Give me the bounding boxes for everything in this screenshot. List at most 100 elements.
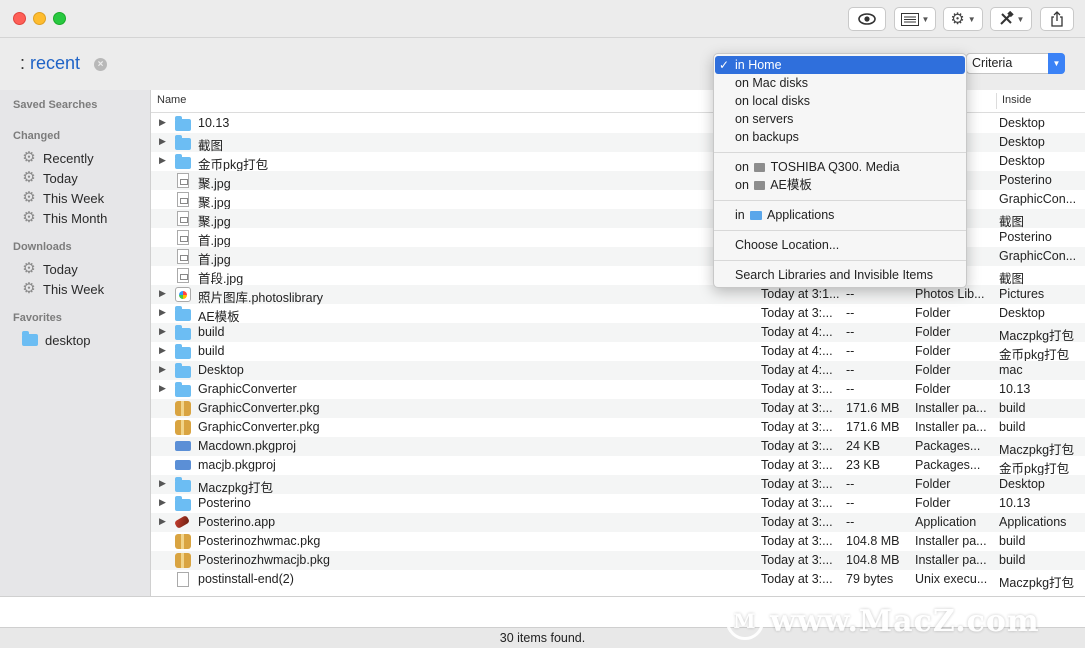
menu-item-on-backups[interactable]: on backups xyxy=(715,128,965,146)
share-icon xyxy=(1051,11,1063,27)
cell-inside: build xyxy=(999,534,1026,548)
sidebar-item-downloads-today[interactable]: ⚙ Today xyxy=(22,259,78,279)
criteria-popup[interactable]: Criteria ▼ xyxy=(966,53,1065,74)
disclosure-triangle-icon[interactable]: ▶ xyxy=(159,155,166,166)
table-row[interactable]: GraphicConverter.pkg Today at 3:... 171.6 … xyxy=(151,418,1085,437)
disclosure-triangle-icon[interactable]: ▶ xyxy=(159,307,166,318)
cell-kind: Unix execu... xyxy=(915,572,988,586)
table-row[interactable]: ▶ Maczpkg打包 Today at 3:... -- Folder Desktop xyxy=(151,475,1085,495)
table-row[interactable]: Posterinozhwmacjb.pkg Today at 3:... 104.8… xyxy=(151,551,1085,570)
sidebar-item-label: desktop xyxy=(45,332,91,348)
cell-kind: Installer pa... xyxy=(915,420,987,434)
sidebar-item-this-week[interactable]: ⚙ This Week xyxy=(22,188,104,208)
cell-size: 104.8 MB xyxy=(846,553,900,567)
disclosure-triangle-icon[interactable]: ▶ xyxy=(159,117,166,128)
disclosure-triangle-icon[interactable]: ▶ xyxy=(159,136,166,147)
cell-inside: Desktop xyxy=(999,154,1045,168)
menu-item-on-local-disks[interactable]: on local disks xyxy=(715,92,965,110)
column-header-inside[interactable]: Inside xyxy=(1002,94,1031,106)
minimize-window-button[interactable] xyxy=(33,12,46,25)
menu-item-search-libraries[interactable]: Search Libraries and Invisible Items xyxy=(715,266,965,284)
cell-date: Today at 3:1... xyxy=(761,287,840,301)
menu-item-in-home[interactable]: ✓ in Home xyxy=(715,56,965,74)
menu-item-label: Choose Location... xyxy=(735,238,840,252)
cell-size: -- xyxy=(846,515,855,529)
zoom-window-button[interactable] xyxy=(53,12,66,25)
pkg-icon xyxy=(175,401,191,416)
sidebar-item-recently[interactable]: ⚙ Recently xyxy=(22,148,93,168)
share-button[interactable] xyxy=(1040,7,1074,31)
table-row[interactable]: Macdown.pkgproj Today at 3:... 24 KB Packag… xyxy=(151,437,1085,457)
disclosure-triangle-icon[interactable]: ▶ xyxy=(159,478,166,489)
menu-item-choose-location[interactable]: Choose Location... xyxy=(715,236,965,254)
table-row[interactable]: ▶ Posterino.app Today at 3:... -- Applicatio… xyxy=(151,513,1085,532)
disclosure-triangle-icon[interactable]: ▶ xyxy=(159,383,166,394)
table-row[interactable]: GraphicConverter.pkg Today at 3:... 171.6 … xyxy=(151,399,1085,418)
sidebar-item-downloads-this-week[interactable]: ⚙ This Week xyxy=(22,279,104,299)
cell-size: 104.8 MB xyxy=(846,534,900,548)
menu-separator xyxy=(714,260,966,261)
menu-item-label: in Home xyxy=(735,58,782,72)
table-row[interactable]: postinstall-end(2) Today at 3:... 79 bytes… xyxy=(151,570,1085,590)
menu-item-ae-volume[interactable]: on AE模板 xyxy=(715,176,965,194)
column-divider[interactable] xyxy=(996,93,997,109)
menu-item-on-mac-disks[interactable]: on Mac disks xyxy=(715,74,965,92)
menu-item-on-servers[interactable]: on servers xyxy=(715,110,965,128)
cell-name: Posterinozhwmac.pkg xyxy=(198,534,321,548)
disclosure-triangle-icon[interactable]: ▶ xyxy=(159,326,166,337)
cell-name: 10.13 xyxy=(198,116,230,130)
gear-icon: ⚙ xyxy=(22,169,36,186)
sidebar-item-label: Today xyxy=(43,261,78,277)
table-row[interactable]: ▶ GraphicConverter Today at 3:... -- Folder 1… xyxy=(151,380,1085,399)
disclosure-triangle-icon[interactable]: ▶ xyxy=(159,497,166,508)
cell-inside: build xyxy=(999,420,1026,434)
search-query[interactable]: : recent xyxy=(20,53,80,74)
sidebar-item-desktop[interactable]: desktop xyxy=(22,330,91,350)
action-menu-button[interactable]: ⚙ ▼ xyxy=(943,7,983,31)
table-row[interactable]: ▶ AE模板 Today at 3:... -- Folder Desktop xyxy=(151,304,1085,324)
cell-size: -- xyxy=(846,325,855,339)
pkg-icon xyxy=(175,420,191,435)
eye-icon xyxy=(858,13,876,25)
checkmark-icon: ✓ xyxy=(719,58,730,72)
menu-item-in-applications[interactable]: in Applications xyxy=(715,206,965,224)
disclosure-triangle-icon[interactable]: ▶ xyxy=(159,288,166,299)
search-prefix: : xyxy=(20,53,26,73)
cell-inside: Desktop xyxy=(999,116,1045,130)
tools-menu-button[interactable]: ▼ xyxy=(990,7,1032,31)
sidebar-heading-downloads: Downloads xyxy=(13,241,72,253)
menu-item-toshiba-volume[interactable]: on TOSHIBA Q300. Media xyxy=(715,158,965,176)
table-row[interactable]: ▶ Desktop Today at 4:... -- Folder mac xyxy=(151,361,1085,380)
cell-size: -- xyxy=(846,382,855,396)
cell-name: GraphicConverter.pkg xyxy=(198,401,320,415)
sidebar-item-label: This Week xyxy=(43,190,105,206)
cell-kind: Folder xyxy=(915,496,951,510)
folder-icon xyxy=(22,331,38,346)
column-header-name[interactable]: Name xyxy=(157,94,186,106)
disclosure-triangle-icon[interactable]: ▶ xyxy=(159,345,166,356)
table-row[interactable]: ▶ build Today at 4:... -- Folder Maczpkg打包 xyxy=(151,323,1085,343)
cell-name: Posterino xyxy=(198,496,251,510)
sidebar-item-this-month[interactable]: ⚙ This Month xyxy=(22,208,107,228)
quicklook-button[interactable] xyxy=(848,7,886,31)
cell-inside: Posterino xyxy=(999,230,1052,244)
disk-icon xyxy=(754,163,766,172)
img-icon xyxy=(177,173,189,188)
cell-size: -- xyxy=(846,344,855,358)
sidebar-item-today[interactable]: ⚙ Today xyxy=(22,168,77,188)
folder-icon xyxy=(175,382,191,397)
view-options-button[interactable]: ▼ xyxy=(894,7,936,31)
sidebar: Saved Searches Changed ⚙ Recently ⚙ Today … xyxy=(0,90,151,596)
table-row[interactable]: ▶ build Today at 4:... -- Folder 金币pkg打包 xyxy=(151,342,1085,362)
table-row[interactable]: macjb.pkgproj Today at 3:... 23 KB Packages… xyxy=(151,456,1085,476)
cell-name: GraphicConverter.pkg xyxy=(198,420,320,434)
disclosure-triangle-icon[interactable]: ▶ xyxy=(159,364,166,375)
table-row[interactable]: Posterinozhwmac.pkg Today at 3:... 104.8 M… xyxy=(151,532,1085,551)
clear-search-icon[interactable]: × xyxy=(94,58,107,71)
table-row[interactable]: ▶ Posterino Today at 3:... -- Folder 10.13 xyxy=(151,494,1085,513)
close-window-button[interactable] xyxy=(13,12,26,25)
cell-size: -- xyxy=(846,496,855,510)
cell-name: build xyxy=(198,344,225,358)
menu-item-label: Applications xyxy=(767,208,835,222)
disclosure-triangle-icon[interactable]: ▶ xyxy=(159,516,166,527)
